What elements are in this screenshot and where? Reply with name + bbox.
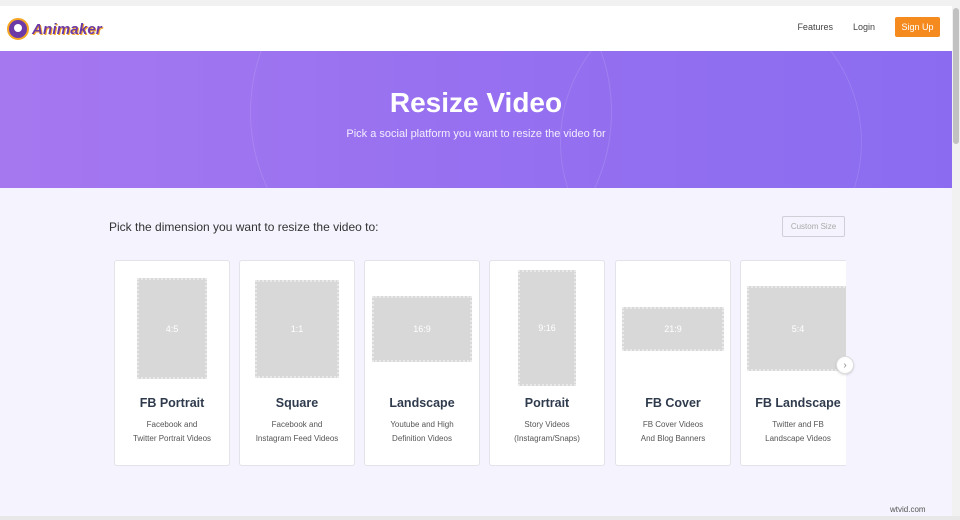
dimension-prompt: Pick the dimension you want to resize th…: [109, 220, 379, 234]
hero-decoration: [560, 51, 862, 188]
card-desc-line: FB Cover Videos: [642, 420, 704, 429]
ratio-preview: 4:5: [137, 278, 207, 379]
card-desc-line: (Instagram/Snaps): [514, 434, 580, 443]
card-title: Portrait: [524, 396, 570, 410]
card-title: Landscape: [389, 396, 455, 410]
card-description: Youtube and High Definition Videos: [365, 418, 479, 446]
card-description: Facebook and Twitter Portrait Videos: [115, 418, 229, 446]
card-desc-line: Facebook and: [146, 420, 198, 429]
card-description: Facebook and Instagram Feed Videos: [240, 418, 354, 446]
page-scrollbar[interactable]: [952, 6, 960, 516]
nav-links: Features Login Sign Up: [797, 17, 940, 37]
hero-banner: Resize Video Pick a social platform you …: [0, 51, 952, 188]
card-description: Story Videos (Instagram/Snaps): [490, 418, 604, 446]
logo-text: Animaker: [32, 20, 102, 38]
ratio-preview: 9:16: [518, 270, 576, 386]
card-description: FB Cover Videos And Blog Banners: [616, 418, 730, 446]
card-desc-line: Landscape Videos: [765, 434, 831, 443]
card-portrait[interactable]: 9:16 Portrait Story Videos (Instagram/Sn…: [489, 260, 605, 466]
navbar: Animaker Features Login Sign Up: [0, 6, 952, 51]
main-content: Pick the dimension you want to resize th…: [0, 188, 952, 516]
ratio-preview: 5:4: [747, 286, 846, 371]
dimension-carousel: 4:5 FB Portrait Facebook and Twitter Por…: [114, 260, 846, 466]
card-desc-line: And Blog Banners: [640, 434, 706, 443]
ratio-preview: 1:1: [255, 280, 339, 378]
card-desc-line: Instagram Feed Videos: [255, 434, 339, 443]
card-desc-line: Youtube and High: [390, 420, 454, 429]
card-description: Twitter and FB Landscape Videos: [741, 418, 846, 446]
nav-features-link[interactable]: Features: [797, 22, 833, 32]
card-landscape[interactable]: 16:9 Landscape Youtube and High Definiti…: [364, 260, 480, 466]
card-desc-line: Story Videos: [524, 420, 570, 429]
bottom-border: [0, 516, 960, 520]
card-desc-line: Twitter and FB: [772, 420, 824, 429]
ratio-preview: 21:9: [622, 307, 724, 351]
watermark: wtvid.com: [890, 505, 926, 514]
signup-button[interactable]: Sign Up: [895, 17, 940, 37]
card-title: FB Landscape: [755, 396, 841, 410]
card-fb-cover[interactable]: 21:9 FB Cover FB Cover Videos And Blog B…: [615, 260, 731, 466]
logo[interactable]: Animaker: [7, 16, 102, 42]
card-fb-portrait[interactable]: 4:5 FB Portrait Facebook and Twitter Por…: [114, 260, 230, 466]
card-square[interactable]: 1:1 Square Facebook and Instagram Feed V…: [239, 260, 355, 466]
custom-size-button[interactable]: Custom Size: [782, 216, 845, 237]
card-title: FB Cover: [645, 396, 701, 410]
scrollbar-thumb[interactable]: [953, 8, 959, 144]
card-fb-landscape[interactable]: 5:4 FB Landscape Twitter and FB Landscap…: [740, 260, 846, 466]
nav-login-link[interactable]: Login: [853, 22, 875, 32]
page-subtitle: Pick a social platform you want to resiz…: [346, 128, 606, 140]
card-desc-line: Twitter Portrait Videos: [132, 434, 212, 443]
hero-decoration: [250, 51, 612, 188]
carousel-next-button[interactable]: ›: [836, 356, 854, 374]
card-desc-line: Definition Videos: [392, 434, 452, 443]
card-title: FB Portrait: [139, 396, 205, 410]
card-desc-line: Facebook and: [271, 420, 323, 429]
ratio-preview: 16:9: [372, 296, 472, 362]
card-title: Square: [275, 396, 319, 410]
animaker-logo-icon: [7, 18, 29, 40]
page-title: Resize Video: [389, 87, 563, 118]
chevron-right-icon: ›: [843, 359, 847, 371]
